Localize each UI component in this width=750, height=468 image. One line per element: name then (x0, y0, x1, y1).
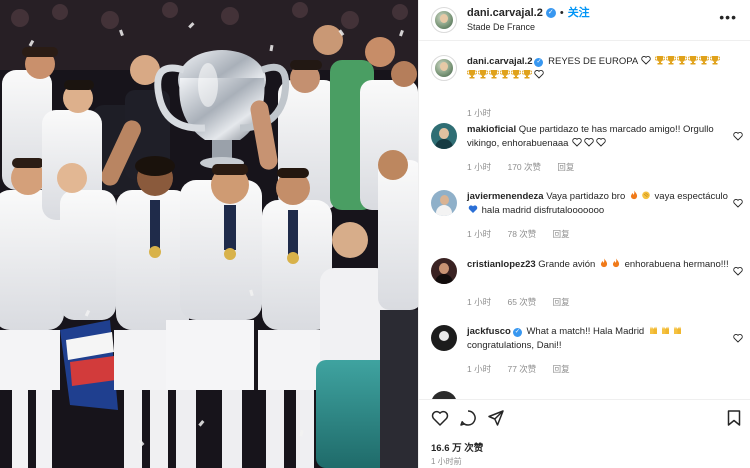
reply-button[interactable]: 回复 (553, 229, 570, 239)
follow-button[interactable]: 关注 (568, 6, 590, 20)
post-actions (419, 400, 750, 434)
comment-icon[interactable] (459, 409, 477, 427)
more-options-icon[interactable]: ••• (719, 9, 737, 25)
caption-meta: 1 小时 (467, 107, 505, 119)
commenter-avatar[interactable] (431, 190, 457, 216)
comment-time: 1 小时 (467, 297, 492, 307)
share-icon[interactable] (487, 409, 505, 427)
post-photo[interactable] (0, 0, 418, 468)
comment-time: 1 小时 (467, 229, 492, 239)
bookmark-icon[interactable] (725, 409, 743, 427)
trophy-icon (511, 69, 521, 78)
comment-message-middle: vaya espectáculo (654, 191, 728, 202)
blue-heart-icon (468, 204, 478, 213)
reply-button[interactable]: 回复 (553, 297, 570, 307)
comment-text: javiermenendeza Vaya partidazo bro vaya … (467, 190, 729, 217)
reply-button[interactable]: 回复 (557, 162, 574, 172)
post-header: dani.carvajal.2 ✓ • 关注 Stade De France •… (419, 0, 750, 40)
commenter-avatar[interactable] (431, 325, 457, 351)
comment-like-heart-icon[interactable] (733, 198, 743, 208)
trophy-icon (654, 56, 665, 65)
trophy-icon (687, 56, 698, 65)
comment-time: 1 小时 (467, 364, 492, 374)
reply-button[interactable]: 回复 (553, 364, 570, 374)
comment-like-heart-icon[interactable] (733, 333, 743, 343)
trophy-icon (676, 56, 687, 65)
comment-text: makioficial Que partidazo te has marcado… (467, 123, 729, 150)
comments-list: dani.carvajal.2 ✓ REYES DE EUROPA 1 小时 m… (419, 41, 750, 399)
comment-message-start: Vaya partidazo bro (546, 191, 626, 202)
comment-likes[interactable]: 78 次赞 (507, 229, 536, 239)
author-avatar[interactable] (431, 7, 457, 33)
instagram-post: dani.carvajal.2 ✓ • 关注 Stade De France •… (0, 0, 750, 468)
trophy-icon (522, 69, 532, 78)
caption-avatar[interactable] (431, 55, 457, 81)
commenter-username[interactable]: makioficial (467, 124, 516, 135)
comment-time: 1 小时 (467, 162, 492, 172)
comment-likes[interactable]: 77 次赞 (507, 364, 536, 374)
author-info: dani.carvajal.2 ✓ • 关注 Stade De France (467, 6, 590, 34)
author-username[interactable]: dani.carvajal.2 (467, 6, 543, 20)
raising-hands-icon (661, 326, 669, 334)
raising-hands-icon (649, 326, 657, 334)
post-side-panel: dani.carvajal.2 ✓ • 关注 Stade De France •… (418, 0, 750, 468)
commenter-avatar[interactable] (431, 258, 457, 284)
trophy-icon (478, 69, 488, 78)
celebration-photo-illustration (0, 0, 418, 468)
commenter-username[interactable]: cristianlopez23 (467, 259, 536, 270)
white-heart-icon (534, 69, 544, 79)
caption-username[interactable]: dani.carvajal.2 (467, 56, 532, 67)
comment-likes[interactable]: 65 次赞 (507, 297, 536, 307)
fire-icon (600, 258, 608, 268)
raising-hands-icon (673, 326, 681, 334)
white-heart-icon (641, 56, 652, 65)
post-time: 1 小时前 (431, 457, 462, 466)
white-heart-icon (572, 137, 582, 147)
comment-message-end: hala madrid disfrutalooooooo (481, 204, 605, 216)
caption-time: 1 小时 (467, 108, 492, 118)
clapping-hands-icon (642, 191, 650, 200)
comment-likes[interactable]: 170 次赞 (507, 162, 541, 172)
comment-text: jackfusco ✓ What a match!! Hala Madrid co… (467, 325, 729, 352)
comment-meta: 1 小时 65 次赞 回复 (467, 296, 584, 308)
fire-icon (612, 258, 620, 268)
separator-dot: • (559, 7, 564, 19)
post-location[interactable]: Stade De France (467, 20, 590, 34)
comment-message-end: enhorabuena hermano!!! (624, 259, 729, 270)
heart-emoji-row (571, 137, 607, 149)
comment-message-start: Grande avión (538, 259, 596, 270)
trophy-icon (500, 69, 510, 78)
heart-icon[interactable] (431, 409, 449, 427)
trophy-icon (709, 56, 720, 65)
comment-meta: 1 小时 170 次赞 回复 (467, 161, 588, 173)
trophy-icon (489, 69, 499, 78)
commenter-username[interactable]: jackfusco (467, 326, 511, 337)
comment-like-heart-icon[interactable] (733, 131, 743, 141)
white-heart-icon (584, 137, 594, 147)
verified-icon: ✓ (534, 58, 544, 67)
trophy-icon (665, 56, 676, 65)
commenter-avatar[interactable] (431, 123, 457, 149)
fire-icon (630, 190, 638, 200)
comment-message-start: What a match!! Hala Madrid (526, 326, 645, 337)
white-heart-icon (596, 137, 606, 147)
likes-count[interactable]: 16.6 万 次赞 (431, 440, 483, 454)
verified-icon: ✓ (512, 328, 522, 337)
comment-meta: 1 小时 77 次赞 回复 (467, 363, 584, 375)
comment-text: cristianlopez23 Grande avión enhorabuena… (467, 258, 729, 272)
caption-message: REYES DE EUROPA (548, 56, 638, 67)
comment-message-end: congratulations, Dani!! (467, 339, 562, 351)
comment-like-heart-icon[interactable] (733, 266, 743, 276)
trophy-icon (467, 69, 477, 78)
caption-text: dani.carvajal.2 ✓ REYES DE EUROPA (467, 55, 729, 82)
commenter-avatar[interactable] (431, 391, 457, 399)
commenter-username[interactable]: javiermenendeza (467, 191, 544, 202)
verified-icon: ✓ (545, 8, 556, 18)
trophy-icon (698, 56, 709, 65)
comment-meta: 1 小时 78 次赞 回复 (467, 228, 584, 240)
